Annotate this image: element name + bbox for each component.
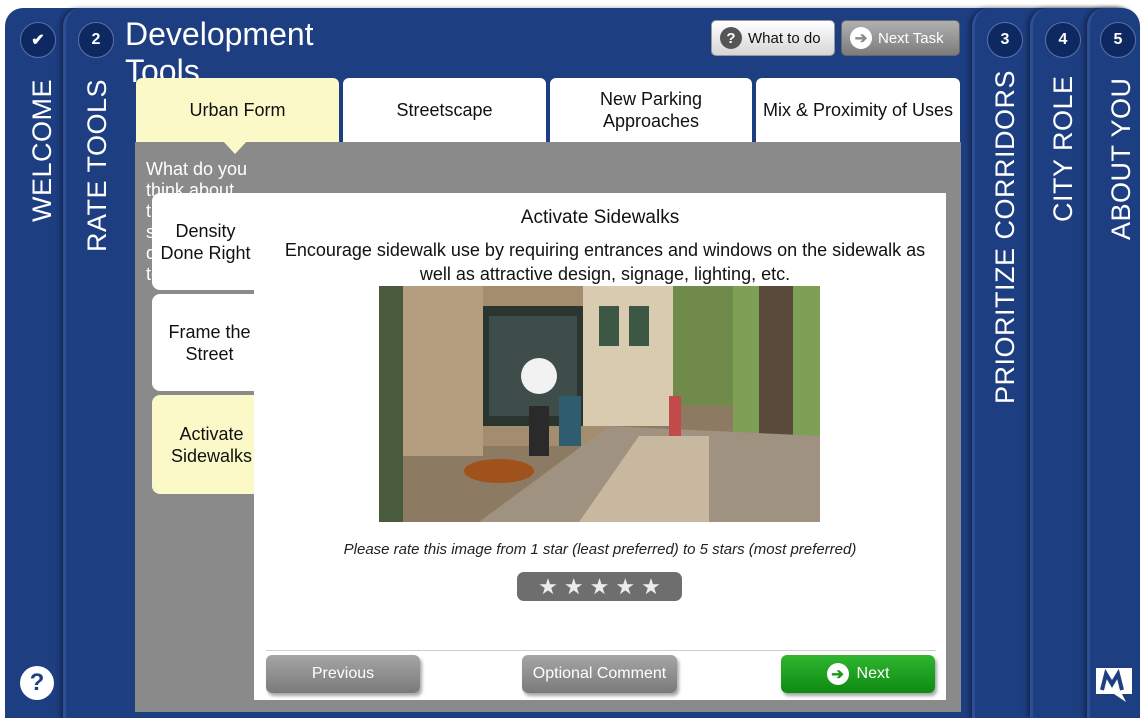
tab-urban-form[interactable]: Urban Form bbox=[136, 78, 339, 142]
question-circle-icon: ? bbox=[720, 27, 742, 49]
step-city-role-label: CITY ROLE bbox=[1048, 75, 1078, 222]
star-icon-3[interactable]: ★ bbox=[590, 575, 610, 598]
rating-prompt: Please rate this image from 1 star (leas… bbox=[343, 541, 857, 558]
brand-logo-icon bbox=[1096, 668, 1132, 702]
next-button[interactable]: ➔ Next bbox=[781, 655, 935, 693]
checkmark-icon: ✔ bbox=[20, 22, 56, 58]
step-about-you[interactable]: 5 ABOUT YOU bbox=[1087, 8, 1140, 718]
sidewalk-photo bbox=[379, 286, 820, 522]
step-city-role-number: 4 bbox=[1045, 22, 1081, 58]
star-icon-5[interactable]: ★ bbox=[641, 575, 661, 598]
previous-button[interactable]: Previous bbox=[266, 655, 420, 693]
help-icon[interactable]: ? bbox=[20, 666, 54, 700]
step-prioritize-corridors-number: 3 bbox=[987, 22, 1023, 58]
content-description: Encourage sidewalk use by requiring entr… bbox=[284, 240, 926, 284]
step-welcome-label: WELCOME bbox=[27, 78, 57, 222]
next-task-button[interactable]: ➔ Next Task bbox=[841, 20, 960, 56]
arrow-right-circle-icon: ➔ bbox=[826, 663, 849, 685]
step-about-you-label: ABOUT YOU bbox=[1106, 77, 1136, 240]
arrow-right-circle-icon: ➔ bbox=[850, 27, 872, 49]
step-rate-tools-label: RATE TOOLS bbox=[82, 78, 112, 252]
active-tab-pointer bbox=[222, 140, 248, 154]
optional-comment-button[interactable]: Optional Comment bbox=[522, 655, 677, 693]
tab-streetscape[interactable]: Streetscape bbox=[343, 78, 546, 142]
content-title: Activate Sidewalks bbox=[520, 207, 680, 228]
next-task-label: Next Task bbox=[878, 29, 944, 47]
step-rate-tools-number: 2 bbox=[78, 22, 114, 58]
side-tab-frame-the-street[interactable]: Frame the Street bbox=[152, 294, 267, 391]
tab-new-parking-approaches[interactable]: New Parking Approaches bbox=[550, 78, 752, 142]
star-icon-2[interactable]: ★ bbox=[564, 575, 584, 598]
side-tab-density-done-right[interactable]: Density Done Right bbox=[152, 193, 259, 290]
star-icon-1[interactable]: ★ bbox=[538, 575, 558, 598]
footer-divider bbox=[266, 650, 936, 651]
what-to-do-button[interactable]: ? What to do bbox=[711, 20, 835, 56]
step-about-you-number: 5 bbox=[1100, 22, 1136, 58]
what-to-do-label: What to do bbox=[748, 29, 821, 47]
previous-label: Previous bbox=[311, 665, 375, 682]
step-prioritize-corridors-label: PRIORITIZE CORRIDORS bbox=[990, 69, 1020, 404]
star-rating[interactable]: ★ ★ ★ ★ ★ bbox=[517, 572, 682, 601]
next-label: Next bbox=[856, 665, 890, 682]
optional-comment-label: Optional Comment bbox=[532, 665, 667, 682]
tab-mix-proximity-of-uses[interactable]: Mix & Proximity of Uses bbox=[756, 78, 960, 142]
star-icon-4[interactable]: ★ bbox=[615, 575, 635, 598]
